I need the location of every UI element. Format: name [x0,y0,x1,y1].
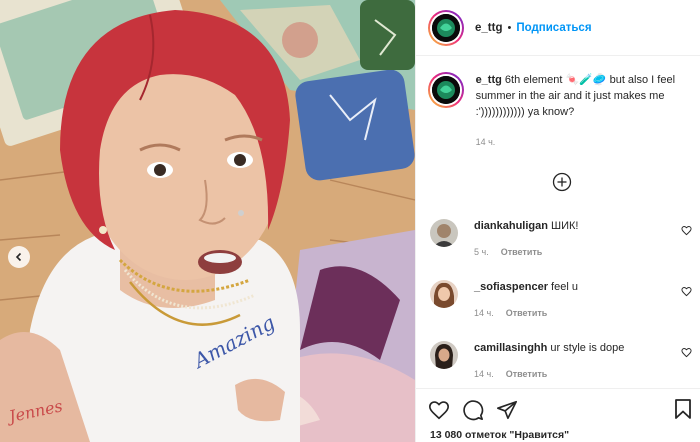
caption-author-avatar[interactable] [428,72,464,108]
comment-icon[interactable] [462,399,484,421]
comment-time[interactable]: 14 ч. [474,308,494,318]
comment-time[interactable]: 5 ч. [474,247,489,257]
comment-time[interactable]: 14 ч. [474,369,494,379]
reply-button[interactable]: Ответить [506,308,548,318]
post-actions: 13 080 отметок "Нравится" [416,388,700,442]
heart-icon[interactable] [681,347,692,358]
commenter-avatar-icon [430,280,458,308]
previous-photo-button[interactable] [8,246,30,268]
commenter-avatar[interactable] [430,219,458,247]
post-caption: e_ttg 6th element 🍬🧪🥏 but also I feel su… [416,56,700,150]
commenter-avatar[interactable] [430,280,458,308]
commenter-username[interactable]: _sofiaspencer [474,281,548,293]
post-view: Jennes Amazing e_ttg • Подписаться e_ttg… [0,0,700,442]
commenter-avatar-icon [430,219,458,247]
caption-text: 6th element 🍬🧪🥏 but also I feel summer i… [475,74,676,118]
post-header: e_ttg • Подписаться [416,0,700,56]
comment-text: feel u [551,281,578,293]
heart-icon[interactable] [681,286,692,297]
reply-button[interactable]: Ответить [506,369,548,379]
caption-username[interactable]: e_ttg [476,74,502,86]
likes-count[interactable]: 13 080 отметок "Нравится" [430,429,569,441]
follow-button[interactable]: Подписаться [516,22,591,34]
author-avatar[interactable] [428,9,464,46]
chevron-left-icon [15,252,22,262]
bookmark-icon[interactable] [673,398,693,420]
commenter-username[interactable]: camillasinghh [474,342,547,354]
comment-item: _sofiaspencer feel u 14 ч. Ответить [430,280,692,320]
author-username[interactable]: e_ttg [475,22,502,34]
post-photo[interactable]: Jennes Amazing [0,0,415,442]
plus-circle-icon[interactable] [552,172,572,192]
comment-item: diankahuligan ШИК! 5 ч. Ответить [430,219,692,259]
share-icon[interactable] [496,399,518,421]
caption-avatar-icon [431,76,460,104]
reply-button[interactable]: Ответить [501,247,543,257]
like-heart-icon[interactable] [428,399,450,421]
selfie-illustration: Jennes Amazing [0,0,415,442]
comment-text: ШИК! [551,220,579,232]
comment-text: ur style is dope [550,342,625,354]
caption-time[interactable]: 14 ч. [476,134,688,150]
author-avatar-icon [432,13,460,42]
post-side-panel: e_ttg • Подписаться e_ttg 6th element 🍬🧪… [415,0,700,442]
commenter-avatar-icon [430,341,458,369]
commenter-username[interactable]: diankahuligan [474,220,548,232]
heart-icon[interactable] [681,225,692,236]
comment-item: camillasinghh ur style is dope 14 ч. Отве… [430,341,692,381]
commenter-avatar[interactable] [430,341,458,369]
separator-dot: • [507,21,512,34]
